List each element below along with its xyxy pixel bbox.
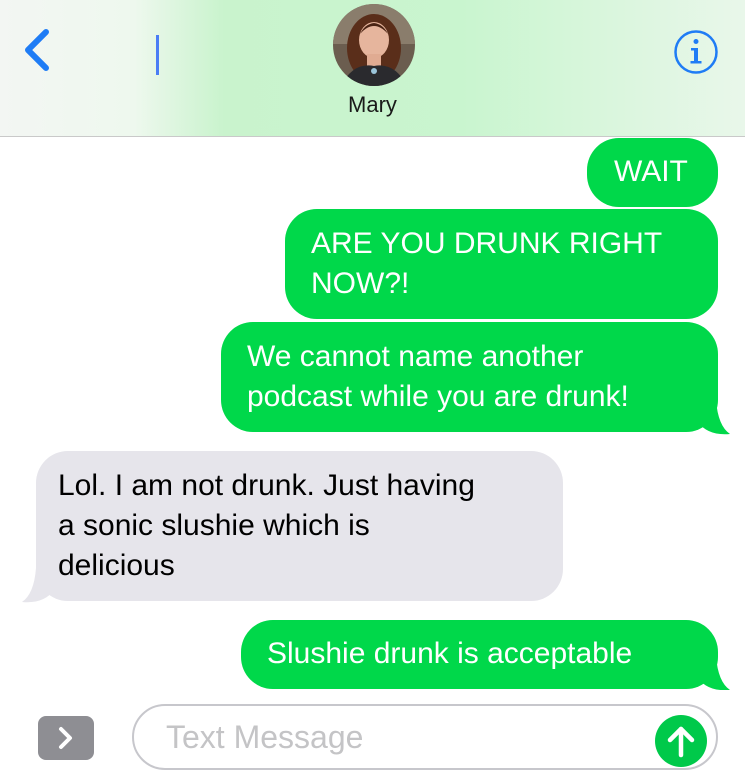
message-text-line: Lol. I am not drunk. Just having: [58, 469, 475, 502]
info-icon: [674, 30, 718, 74]
info-button[interactable]: [673, 29, 719, 75]
message-bubble-outgoing[interactable]: WAIT: [587, 138, 718, 207]
expand-apps-button[interactable]: [38, 716, 94, 760]
contact-avatar[interactable]: [333, 4, 415, 86]
back-button[interactable]: [18, 22, 68, 78]
message-input[interactable]: [162, 715, 646, 759]
message-bubble-incoming[interactable]: Lol. I am not drunk. Just having a sonic…: [36, 451, 563, 601]
bubble-tail: [694, 400, 730, 435]
message-text-line: a sonic slushie which is: [58, 509, 370, 542]
message-bubble-outgoing[interactable]: Slushie drunk is acceptable: [241, 620, 718, 689]
message-text: Slushie drunk is acceptable: [267, 637, 633, 670]
text-cursor: [156, 35, 159, 75]
message-bubble-outgoing[interactable]: ARE YOU DRUNK RIGHT NOW?!: [285, 209, 718, 319]
bubble-tail: [694, 656, 730, 691]
message-text-line: NOW?!: [311, 267, 410, 300]
arrow-up-icon: [667, 726, 695, 758]
message-text-line: delicious: [58, 549, 175, 582]
message-text-line: podcast while you are drunk!: [247, 380, 629, 413]
chevron-right-icon: [59, 727, 72, 749]
message-field[interactable]: [132, 704, 718, 770]
send-button[interactable]: [655, 715, 707, 767]
bubble-tail: [22, 568, 58, 603]
message-text-line: ARE YOU DRUNK RIGHT: [311, 227, 663, 260]
message-composer: [0, 690, 745, 778]
message-bubble-outgoing[interactable]: We cannot name another podcast while you…: [221, 322, 718, 432]
message-text-line: We cannot name another: [247, 340, 584, 373]
contact-name[interactable]: Mary: [0, 92, 745, 118]
conversation-header: Mary: [0, 0, 745, 137]
message-text: WAIT: [614, 155, 688, 188]
avatar-photo: [333, 4, 415, 86]
chevron-left-icon: [25, 29, 49, 71]
